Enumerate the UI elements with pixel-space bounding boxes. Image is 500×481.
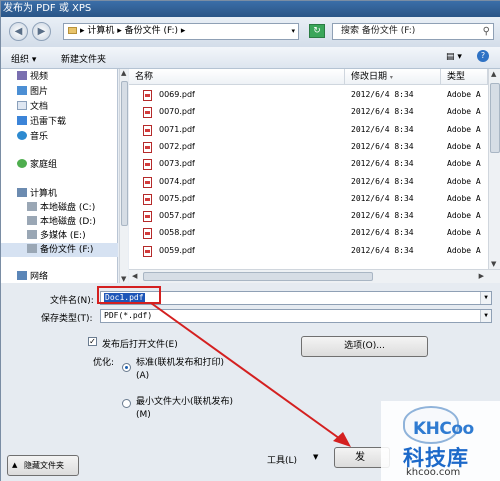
publish-dialog: 发布为 PDF 或 XPS ◀ ▶ ▸ 计算机 ▸ 备份文件 (F:) ▸ ▾ … [0,0,500,481]
arrow-head [333,432,351,447]
filename-highlight-box [97,286,161,304]
watermark: KHCoo 科技库 khcoo.com [381,401,500,481]
arrow-line [150,302,344,442]
watermark-logo: KHCoo [403,406,474,444]
watermark-url: khcoo.com [406,467,461,478]
